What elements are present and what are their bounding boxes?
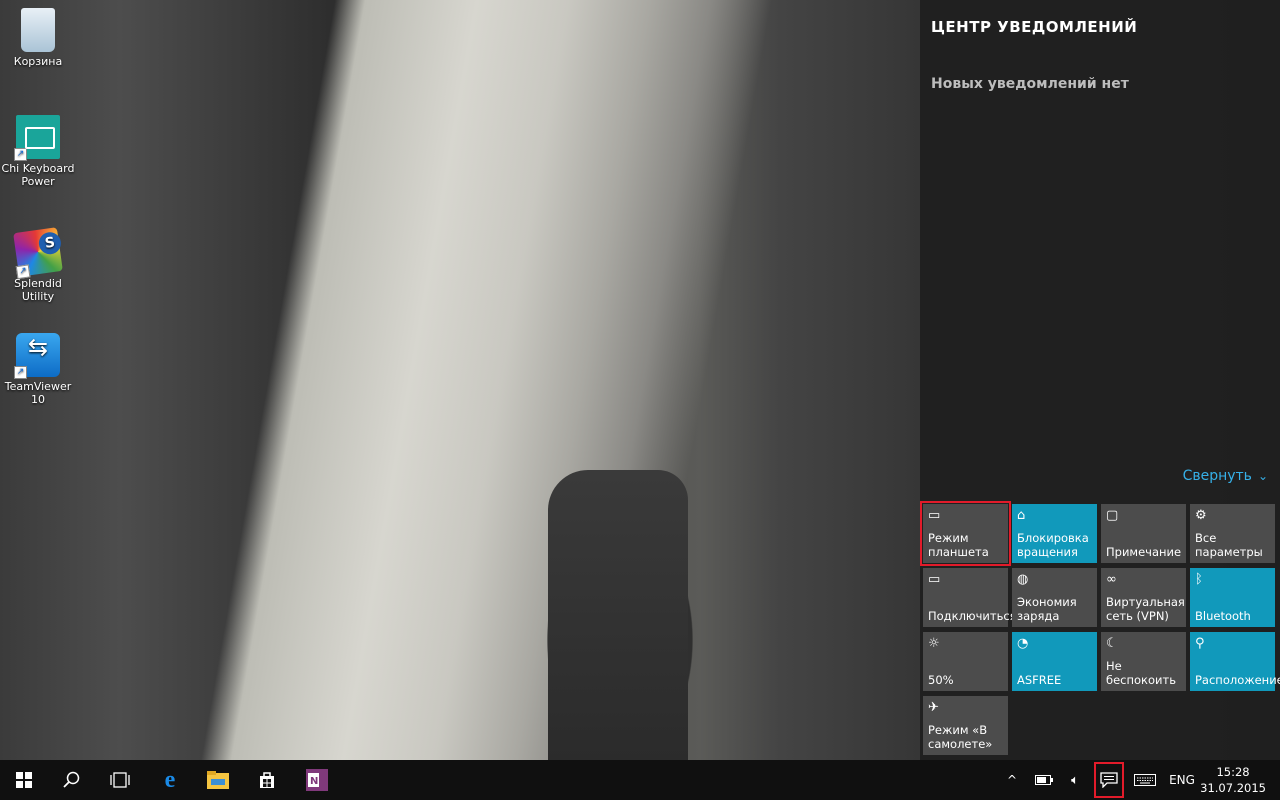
tile-battery-saver[interactable]: ◍ Экономия заряда	[1012, 568, 1097, 627]
action-center-title: ЦЕНТР УВЕДОМЛЕНИЙ	[931, 18, 1138, 36]
edge-button[interactable]: e	[146, 760, 194, 800]
tile-label: Режим «В самолете»	[928, 723, 993, 751]
task-view-button[interactable]	[96, 760, 144, 800]
tile-tablet-mode[interactable]: ▭ Режим планшета	[920, 501, 1011, 566]
input-language-button[interactable]: ENG	[1166, 760, 1198, 800]
desktop-icon-recycle-bin[interactable]: Корзина	[0, 8, 76, 68]
brightness-icon: ☼	[928, 636, 940, 651]
no-notifications-text: Новых уведомлений нет	[931, 76, 1129, 92]
onenote-icon: N	[306, 769, 328, 791]
tile-label: Расположение	[1195, 673, 1280, 687]
shortcut-arrow-icon: ↗	[14, 366, 27, 379]
windows-logo-icon	[16, 772, 32, 788]
tile-label: ASFREE	[1017, 673, 1062, 687]
notification-icon	[1100, 772, 1118, 788]
recycle-bin-icon	[21, 8, 55, 52]
collapse-button[interactable]: Свернуть ⌄	[1183, 468, 1268, 484]
shortcut-arrow-icon: ↗	[15, 264, 31, 280]
desktop-icon-label: TeamViewer 10	[4, 380, 72, 406]
settings-icon: ⚙	[1195, 508, 1207, 523]
store-icon	[260, 772, 274, 788]
collapse-label: Свернуть	[1182, 468, 1252, 484]
splendid-utility-icon: S ↗	[13, 227, 63, 280]
tile-vpn[interactable]: ∞ Виртуальная сеть (VPN)	[1101, 568, 1186, 627]
vpn-icon: ∞	[1106, 572, 1117, 587]
tile-label: 50%	[928, 673, 954, 687]
tile-rotation-lock[interactable]: ⌂ Блокировка вращения	[1012, 504, 1097, 563]
wifi-icon: ◔	[1017, 636, 1029, 651]
tile-brightness[interactable]: ☼ 50%	[923, 632, 1008, 691]
store-button[interactable]	[243, 760, 291, 800]
volume-button[interactable]: 🔈︎	[1062, 760, 1088, 800]
connect-icon: ▭	[928, 572, 941, 587]
search-button[interactable]	[48, 760, 96, 800]
clock-date: 31.07.2015	[1200, 781, 1266, 795]
tile-airplane-mode[interactable]: ✈ Режим «В самолете»	[923, 696, 1008, 755]
quiet-hours-icon: ☾	[1106, 636, 1118, 651]
clock-time: 15:28	[1216, 765, 1250, 779]
note-icon: ▢	[1106, 508, 1119, 523]
chevron-down-icon: ⌄	[1257, 469, 1268, 483]
taskbar: e N ^ 🔈︎ ENG 15:28 31.07.2015	[0, 760, 1280, 800]
file-explorer-button[interactable]	[194, 760, 242, 800]
tile-note[interactable]: ▢ Примечание	[1101, 504, 1186, 563]
battery-saver-icon: ◍	[1017, 572, 1029, 587]
keyboard-power-icon: ↗	[14, 115, 60, 161]
desktop-icon-splendid-utility[interactable]: S ↗ Splendid Utility	[0, 227, 76, 303]
bluetooth-icon: ᛒ	[1195, 572, 1203, 587]
svg-text:N: N	[310, 776, 318, 787]
desktop-icon-chi-keyboard-power[interactable]: ↗ Chi Keyboard Power	[0, 115, 76, 188]
airplane-icon: ✈	[928, 700, 939, 715]
tile-label: Подключиться	[928, 609, 1017, 623]
battery-button[interactable]	[1032, 760, 1056, 800]
tile-label: Виртуальная сеть (VPN)	[1106, 595, 1185, 623]
tile-all-settings[interactable]: ⚙ Все параметры	[1190, 504, 1275, 563]
language-indicator: ENG	[1169, 773, 1195, 787]
teamviewer-icon: ↗	[14, 333, 60, 379]
tile-wifi[interactable]: ◔ ASFREE	[1012, 632, 1097, 691]
show-hidden-icons-button[interactable]: ^	[1002, 760, 1022, 800]
speaker-icon: 🔈︎	[1071, 772, 1079, 788]
desktop-icon-label: Корзина	[13, 55, 63, 68]
tile-quiet-hours[interactable]: ☾ Не беспокоить	[1101, 632, 1186, 691]
tile-location[interactable]: ⚲ Расположение	[1190, 632, 1280, 691]
rotation-lock-icon: ⌂	[1017, 508, 1026, 523]
location-icon: ⚲	[1195, 636, 1205, 651]
chevron-up-icon: ^	[1006, 773, 1018, 787]
tile-bluetooth[interactable]: ᛒ Bluetooth	[1190, 568, 1275, 627]
touch-keyboard-button[interactable]	[1130, 760, 1160, 800]
tile-label: Экономия заряда	[1017, 595, 1077, 623]
tile-label: Не беспокоить	[1106, 659, 1176, 687]
tile-connect[interactable]: ▭ Подключиться	[923, 568, 1017, 627]
folder-icon	[207, 771, 229, 789]
tablet-mode-icon: ▭	[928, 508, 941, 523]
tile-label: Режим планшета	[928, 531, 989, 559]
task-view-icon	[110, 772, 130, 788]
desktop-icon-teamviewer[interactable]: ↗ TeamViewer 10	[0, 333, 76, 406]
splendid-s-icon: S	[37, 230, 63, 256]
tile-label: Примечание	[1106, 545, 1182, 559]
edge-icon: e	[164, 766, 176, 793]
tile-label: Все параметры	[1195, 531, 1263, 559]
tile-label: Блокировка вращения	[1017, 531, 1089, 559]
clock[interactable]: 15:28 31.07.2015	[1200, 764, 1266, 796]
start-button[interactable]	[0, 760, 48, 800]
tile-label: Bluetooth	[1195, 609, 1251, 623]
desktop-icon-label: Chi Keyboard Power	[1, 162, 75, 188]
shortcut-arrow-icon: ↗	[14, 148, 27, 161]
battery-icon	[1035, 775, 1053, 785]
action-center-button[interactable]	[1092, 760, 1126, 800]
action-center-panel: ЦЕНТР УВЕДОМЛЕНИЙ Новых уведомлений нет …	[920, 0, 1280, 760]
desktop-icon-label: Splendid Utility	[14, 277, 62, 303]
onenote-button[interactable]: N	[293, 760, 341, 800]
wallpaper-rock	[548, 470, 688, 760]
search-icon	[63, 771, 80, 788]
keyboard-icon	[1134, 774, 1156, 786]
